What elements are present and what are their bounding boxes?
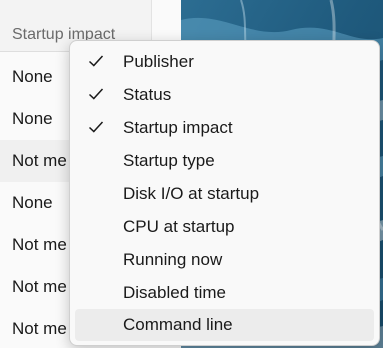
- startup-impact-cell: Not me: [12, 319, 67, 338]
- screen: Startup impact None None Not me None Not…: [0, 0, 383, 348]
- menu-item-cpu-at-startup[interactable]: CPU at startup: [75, 211, 374, 243]
- menu-item-label: CPU at startup: [123, 217, 235, 236]
- menu-item-label: Disk I/O at startup: [123, 184, 260, 203]
- startup-impact-cell: Not me: [12, 277, 67, 296]
- menu-item-label: Running now: [123, 250, 223, 269]
- menu-item-startup-type[interactable]: Startup type: [75, 145, 374, 177]
- checkmark-icon: [88, 88, 104, 100]
- menu-item-label: Publisher: [123, 52, 194, 71]
- startup-impact-cell: None: [12, 109, 53, 128]
- menu-item-label: Disabled time: [123, 283, 226, 302]
- menu-item-label: Startup type: [123, 151, 215, 170]
- column-chooser-context-menu: Publisher Status Startup impact Startup …: [69, 40, 380, 346]
- checkmark-icon: [88, 121, 104, 133]
- startup-impact-cell: Not me: [12, 235, 67, 254]
- menu-item-disk-io-at-startup[interactable]: Disk I/O at startup: [75, 178, 374, 210]
- menu-item-disabled-time[interactable]: Disabled time: [75, 277, 374, 309]
- menu-item-label: Startup impact: [123, 118, 233, 137]
- menu-item-command-line[interactable]: Command line: [75, 309, 374, 341]
- startup-impact-cell: Not me: [12, 151, 67, 170]
- menu-item-running-now[interactable]: Running now: [75, 244, 374, 276]
- menu-item-status[interactable]: Status: [75, 79, 374, 111]
- checkmark-icon: [88, 55, 104, 67]
- menu-item-label: Command line: [123, 315, 233, 334]
- startup-impact-cell: None: [12, 67, 53, 86]
- menu-item-startup-impact[interactable]: Startup impact: [75, 112, 374, 144]
- menu-item-label: Status: [123, 85, 172, 104]
- menu-item-publisher[interactable]: Publisher: [75, 46, 374, 78]
- startup-impact-cell: None: [12, 193, 53, 212]
